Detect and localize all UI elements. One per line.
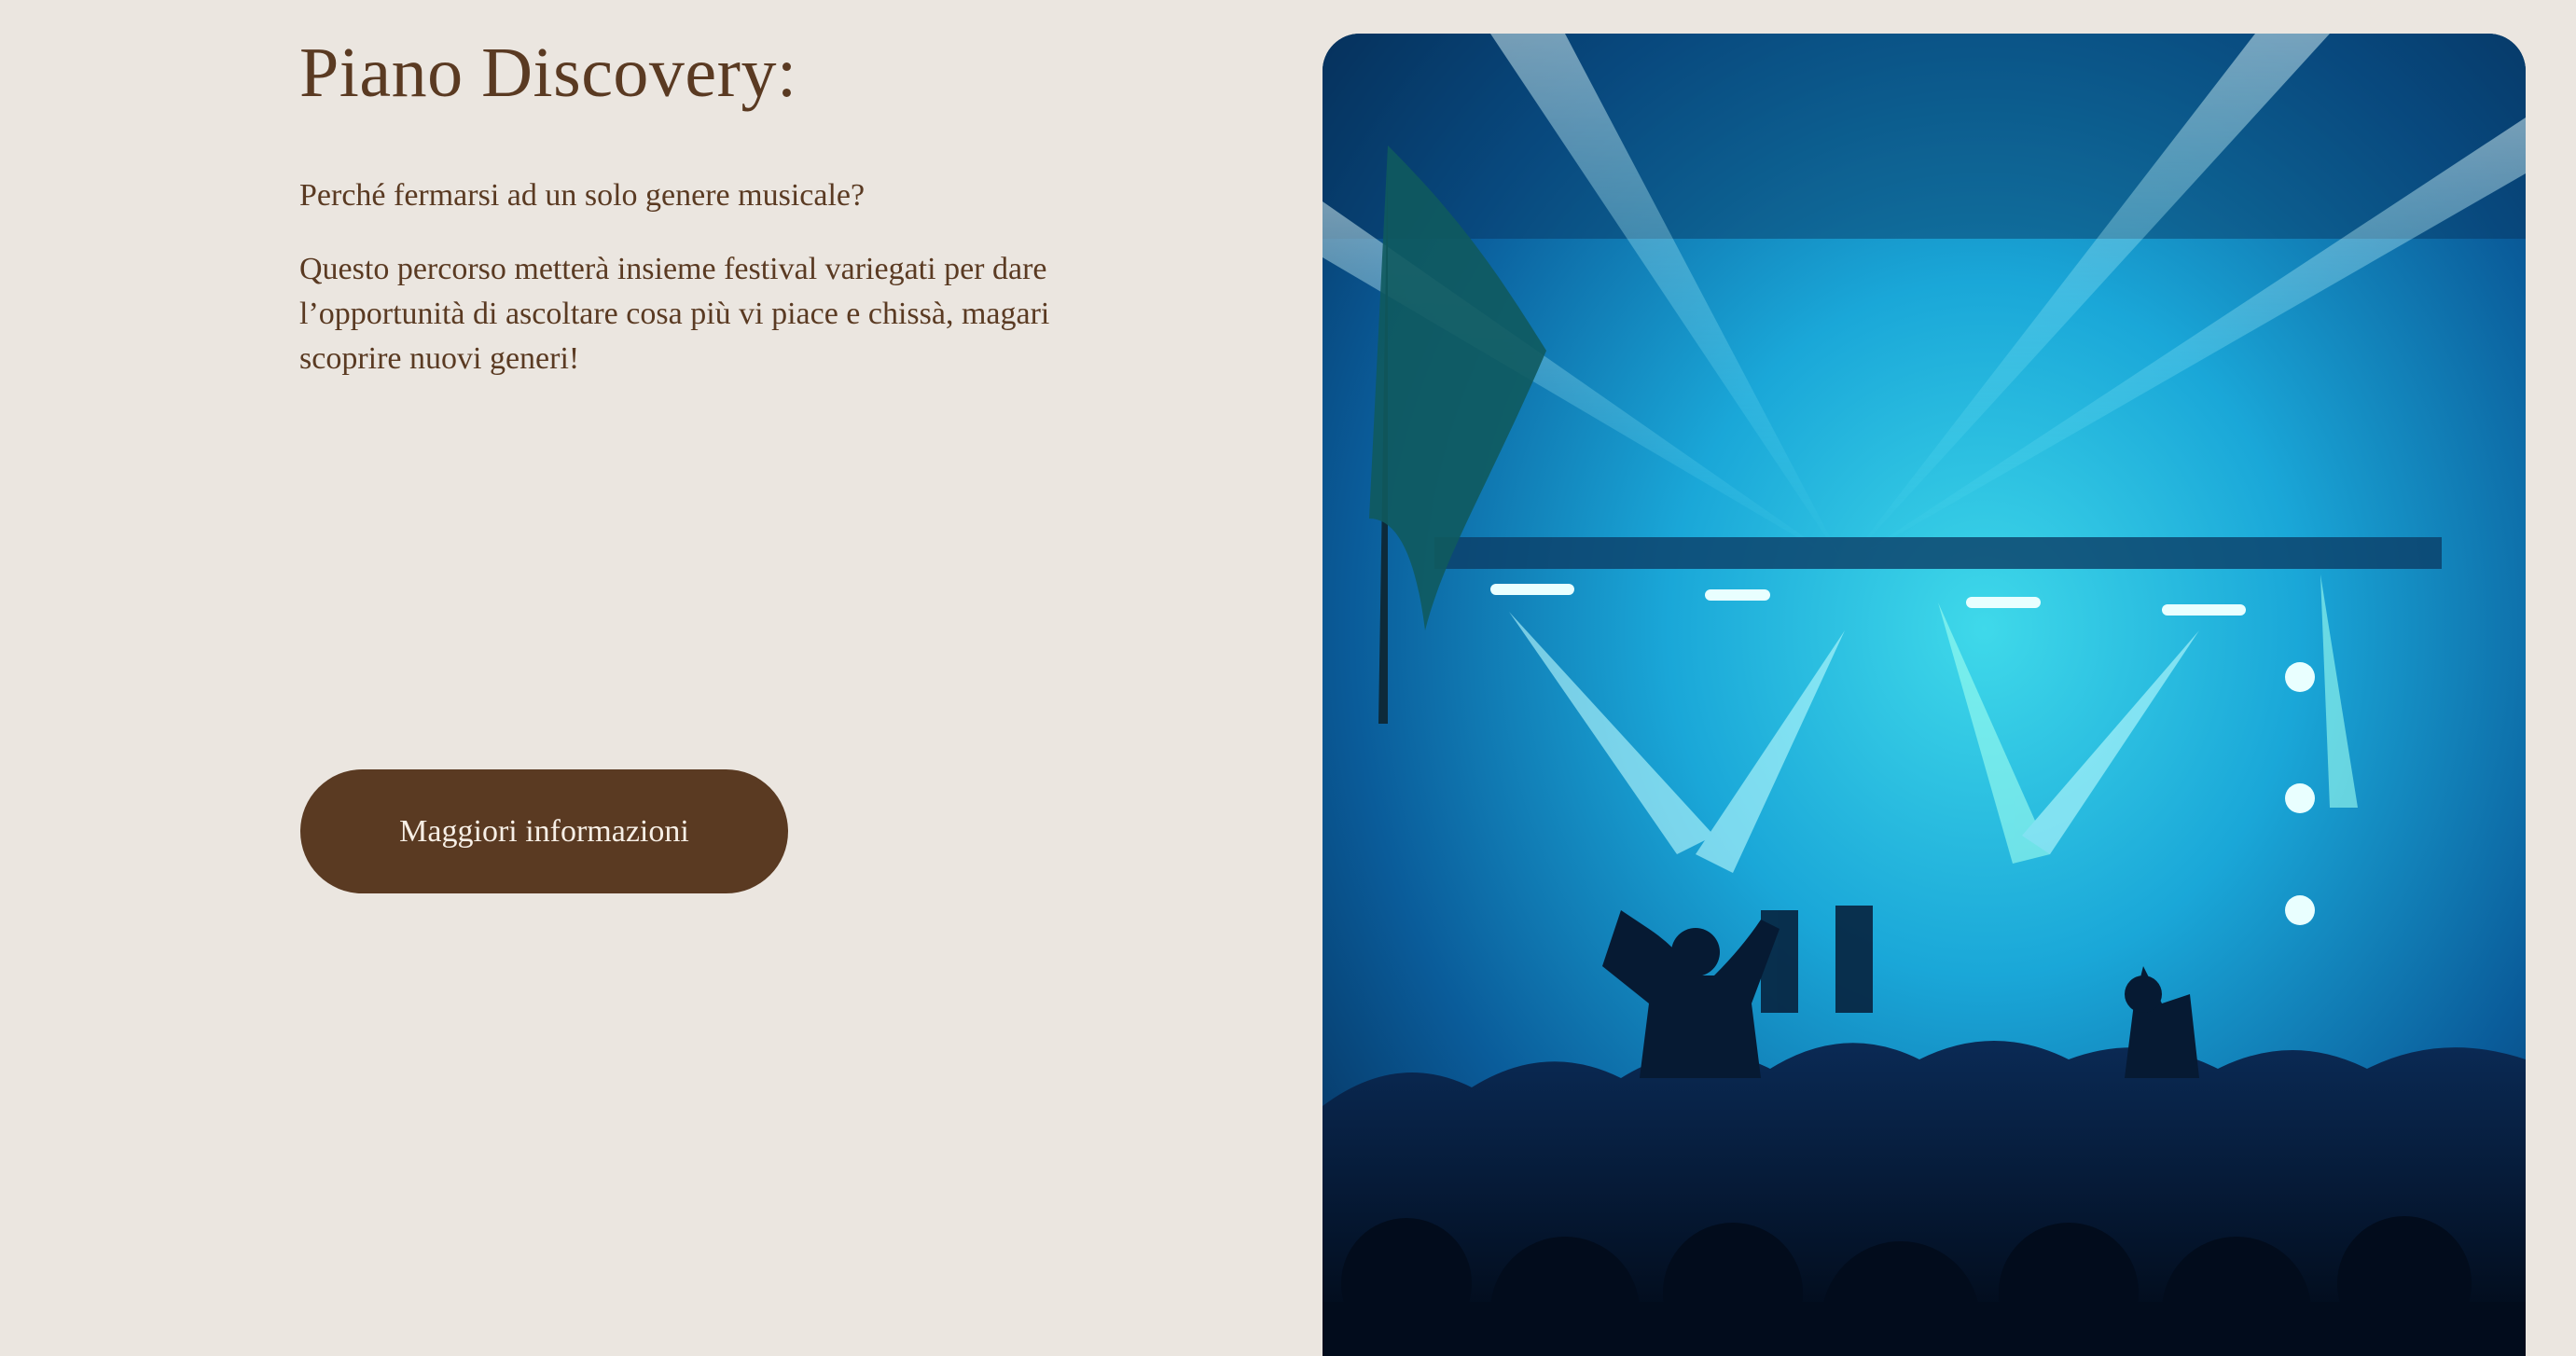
concert-illustration — [1323, 34, 2526, 1356]
description-text: Questo percorso metterà insieme festival… — [299, 252, 1050, 376]
intro-text: Perché fermarsi ad un solo genere musica… — [299, 178, 866, 213]
page-title: Piano Discovery: — [299, 34, 797, 112]
more-info-button[interactable]: Maggiori informazioni — [300, 769, 788, 893]
concert-image — [1323, 34, 2526, 1356]
